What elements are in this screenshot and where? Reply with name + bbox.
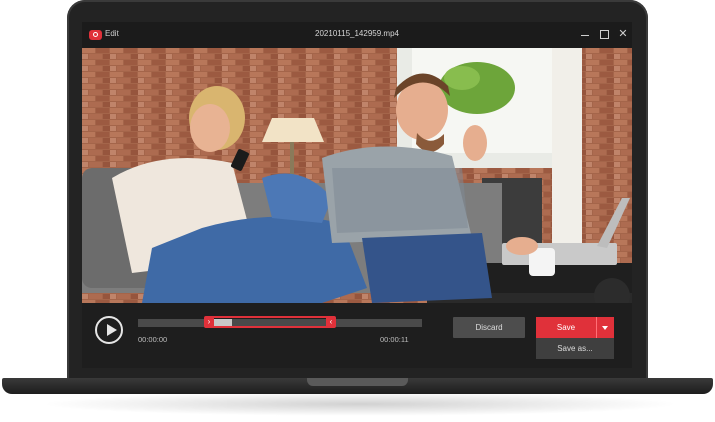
laptop-shadow bbox=[40, 392, 680, 416]
title-bar: Edit 20210115_142959.mp4 ✕ bbox=[82, 22, 632, 48]
save-button[interactable]: Save bbox=[536, 317, 596, 338]
trim-start-handle[interactable]: › bbox=[204, 316, 214, 328]
save-as-button[interactable]: Save as... bbox=[536, 338, 614, 359]
trim-end-handle[interactable]: ‹ bbox=[326, 316, 336, 328]
time-end: 00:00:11 bbox=[380, 335, 409, 344]
maximize-icon[interactable] bbox=[596, 26, 612, 42]
close-icon[interactable]: ✕ bbox=[615, 26, 631, 42]
save-dropdown-chevron-down-icon[interactable] bbox=[596, 317, 614, 338]
time-start: 00:00:00 bbox=[138, 335, 168, 344]
video-frame-image bbox=[82, 48, 632, 303]
discard-button[interactable]: Discard bbox=[453, 317, 525, 338]
laptop-notch bbox=[307, 378, 408, 386]
file-name: 20210115_142959.mp4 bbox=[315, 29, 399, 38]
trim-selection[interactable] bbox=[208, 316, 334, 328]
play-button[interactable] bbox=[95, 316, 123, 344]
playback-controls: › ‹ 00:00:00 00:00:11 Discard Save Save … bbox=[82, 303, 632, 368]
app-window: Edit 20210115_142959.mp4 ✕ › ‹ 00:00:00 … bbox=[82, 22, 632, 368]
minimize-icon[interactable] bbox=[577, 26, 593, 42]
video-preview[interactable] bbox=[82, 48, 632, 303]
